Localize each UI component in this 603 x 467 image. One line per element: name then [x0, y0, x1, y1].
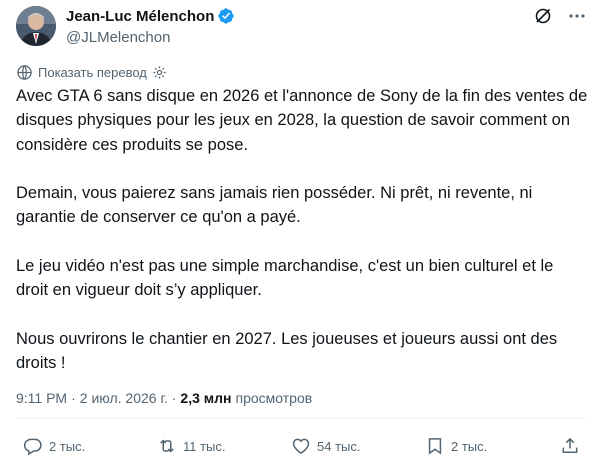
repost-icon: [160, 439, 174, 453]
avatar[interactable]: [16, 6, 56, 46]
show-translation-label[interactable]: Показать перевод: [38, 65, 147, 80]
views-count: 2,3 млн: [180, 390, 232, 406]
share-icon: [562, 437, 578, 453]
views-label: просмотров: [235, 390, 313, 406]
like-button[interactable]: 54 тыс.: [291, 434, 360, 458]
name-row: Jean-Luc Mélenchon: [66, 7, 235, 25]
tweet-meta: 9:11 PM · 2 июл. 2026 г. · 2,3 млн просм…: [16, 389, 312, 407]
tweet-paragraph: Avec GTA 6 sans disque en 2026 et l'anno…: [16, 87, 588, 154]
settings-icon[interactable]: [152, 65, 167, 80]
tweet-paragraph: Nous ouvrirons le chantier en 2027. Les …: [16, 329, 558, 373]
tweet-paragraph: Demain, vous paierez sans jamais rien po…: [16, 184, 533, 227]
reply-count: 2 тыс.: [49, 438, 86, 454]
tweet-time[interactable]: 9:11 PM: [16, 390, 67, 406]
meta-separator: ·: [171, 390, 177, 406]
meta-separator: ·: [71, 390, 76, 406]
tweet-header: Jean-Luc Mélenchon @JLMelenchon: [16, 2, 587, 50]
tweet-text: Avec GTA 6 sans disque en 2026 et l'anno…: [16, 84, 588, 376]
repost-count: 11 тыс.: [183, 438, 226, 454]
translate-icon: [16, 64, 33, 81]
bookmark-button[interactable]: 2 тыс.: [425, 434, 487, 458]
verified-badge-icon[interactable]: [217, 7, 235, 25]
bookmark-count: 2 тыс.: [451, 438, 488, 454]
share-button[interactable]: [560, 434, 580, 458]
action-bar: 2 тыс. 11 тыс. 54 тыс. 2 тыс.: [0, 434, 603, 462]
more-icon[interactable]: [567, 6, 587, 26]
like-icon: [292, 438, 310, 454]
grok-icon[interactable]: [533, 6, 553, 26]
tweet-paragraph: Le jeu vidéo n'est pas une simple marcha…: [16, 257, 554, 300]
tweet-date[interactable]: 2 июл. 2026 г.: [80, 390, 168, 406]
show-translation[interactable]: Показать перевод: [16, 63, 167, 81]
like-count: 54 тыс.: [317, 438, 361, 454]
author-name[interactable]: Jean-Luc Mélenchon: [66, 8, 214, 25]
reply-button[interactable]: 2 тыс.: [23, 434, 85, 458]
repost-button[interactable]: 11 тыс.: [157, 434, 226, 458]
divider: [16, 418, 587, 419]
bookmark-icon: [428, 438, 442, 455]
reply-icon: [23, 438, 42, 456]
author-block: Jean-Luc Mélenchon @JLMelenchon: [66, 7, 235, 47]
author-handle[interactable]: @JLMelenchon: [66, 29, 235, 47]
